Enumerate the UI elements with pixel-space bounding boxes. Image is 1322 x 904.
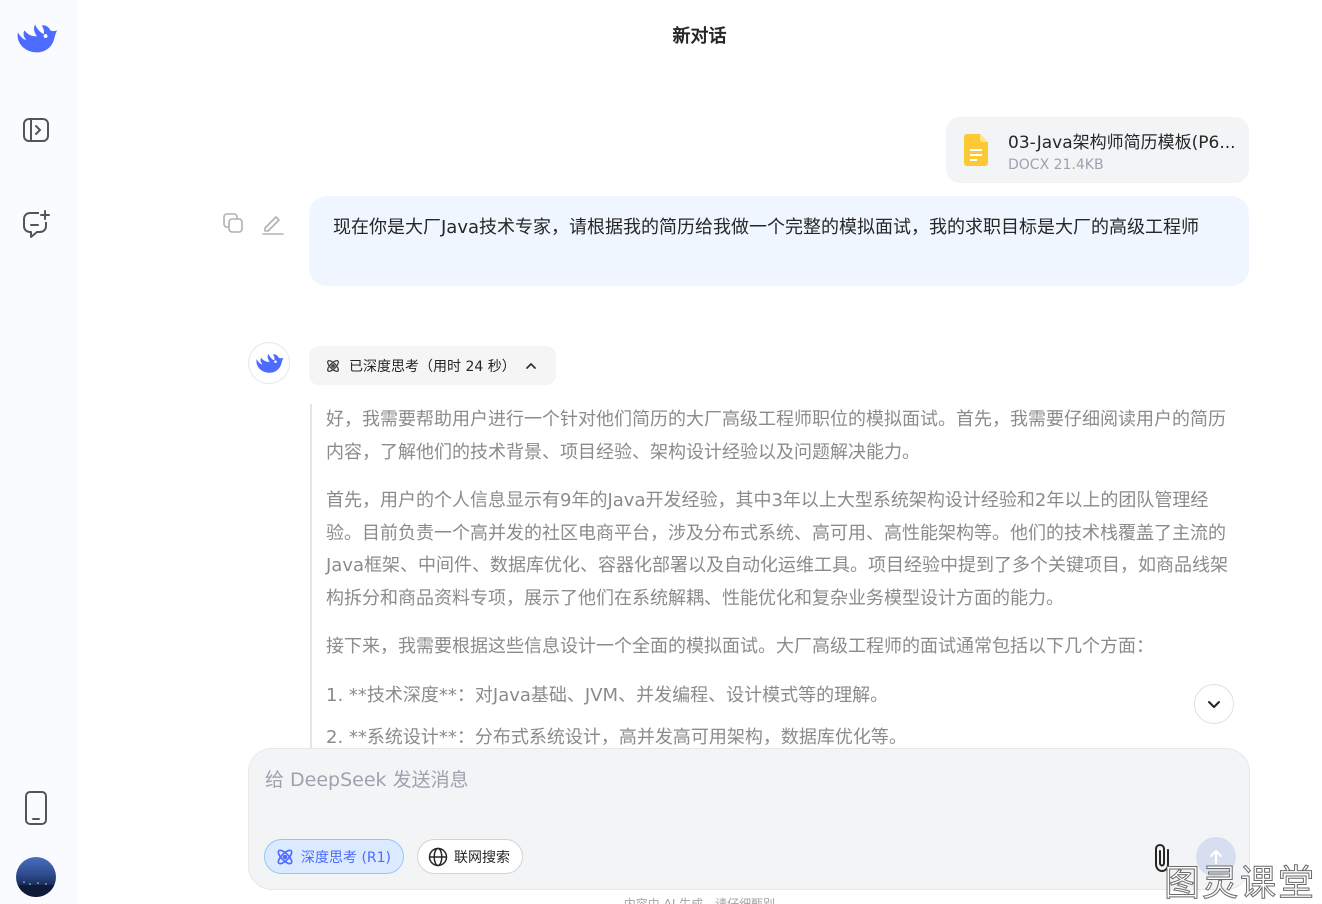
- web-search-label: 联网搜索: [454, 849, 510, 866]
- atom-icon: [277, 849, 293, 864]
- thinking-paragraph: 好，我需要帮助用户进行一个针对他们简历的大厂高级工程师职位的模拟面试。首先，我需…: [326, 409, 1226, 463]
- attachment-card[interactable]: 03-Java架构师简历模板(P6... DOCX 21.4KB: [946, 117, 1249, 183]
- web-search-toggle[interactable]: 联网搜索: [417, 839, 523, 874]
- copy-icon[interactable]: [220, 210, 246, 236]
- atom-icon: [327, 359, 339, 372]
- thinking-label: 已深度思考（用时 24 秒）: [349, 358, 516, 375]
- attachment-info: 03-Java架构师简历模板(P6... DOCX 21.4KB: [1008, 128, 1238, 173]
- sidebar-toggle-icon[interactable]: [14, 108, 58, 152]
- deepseek-logo-icon[interactable]: [14, 16, 58, 60]
- deep-think-toggle[interactable]: 深度思考 (R1): [264, 839, 405, 874]
- attachment-meta: DOCX 21.4KB: [1008, 156, 1104, 173]
- chevron-up-icon: [525, 362, 536, 369]
- edit-icon[interactable]: [260, 210, 286, 236]
- message-input[interactable]: [265, 763, 1145, 797]
- message-tools: [220, 210, 286, 236]
- user-avatar[interactable]: [16, 857, 56, 897]
- chevron-down-icon: [1208, 701, 1220, 708]
- thinking-list-item: 1. **技术深度**：对Java基础、JVM、并发编程、设计模式等的理解。: [326, 684, 889, 706]
- composer: 深度思考 (R1) 联网搜索: [248, 748, 1250, 890]
- document-icon: [964, 134, 988, 166]
- thinking-content: 好，我需要帮助用户进行一个针对他们简历的大厂高级工程师职位的模拟面试。首先，我需…: [310, 404, 1250, 750]
- app-root: 新对话 03-Java架构师简历模板(P6... DOCX 21.4KB 现在你…: [0, 0, 1322, 904]
- thinking-list-item: 2. **系统设计**：分布式系统设计，高并发高可用架构，数据库优化等。: [326, 727, 907, 748]
- thinking-paragraph: 首先，用户的个人信息显示有9年的Java开发经验，其中3年以上大型系统架构设计经…: [326, 490, 1229, 609]
- ai-disclaimer: 内容由 AI 生成，请仔细甄别: [623, 897, 776, 904]
- attachment-name: 03-Java架构师简历模板(P6...: [1008, 132, 1236, 153]
- assistant-avatar: [248, 342, 290, 384]
- watermark: 图灵课堂: [1163, 863, 1317, 904]
- user-message: 现在你是大厂Java技术专家，请根据我的简历给我做一个完整的模拟面试，我的求职目…: [309, 196, 1249, 286]
- page-title: 新对话: [672, 26, 727, 47]
- deep-think-label: 深度思考 (R1): [301, 849, 392, 866]
- new-chat-icon[interactable]: [14, 202, 58, 246]
- globe-icon: [428, 847, 448, 866]
- thinking-toggle[interactable]: 已深度思考（用时 24 秒）: [309, 346, 556, 385]
- sidebar: [0, 0, 77, 904]
- thinking-paragraph: 接下来，我需要根据这些信息设计一个全面的模拟面试。大厂高级工程师的面试通常包括以…: [326, 636, 1154, 657]
- mobile-app-icon[interactable]: [14, 786, 58, 830]
- scroll-down-button[interactable]: [1194, 684, 1234, 724]
